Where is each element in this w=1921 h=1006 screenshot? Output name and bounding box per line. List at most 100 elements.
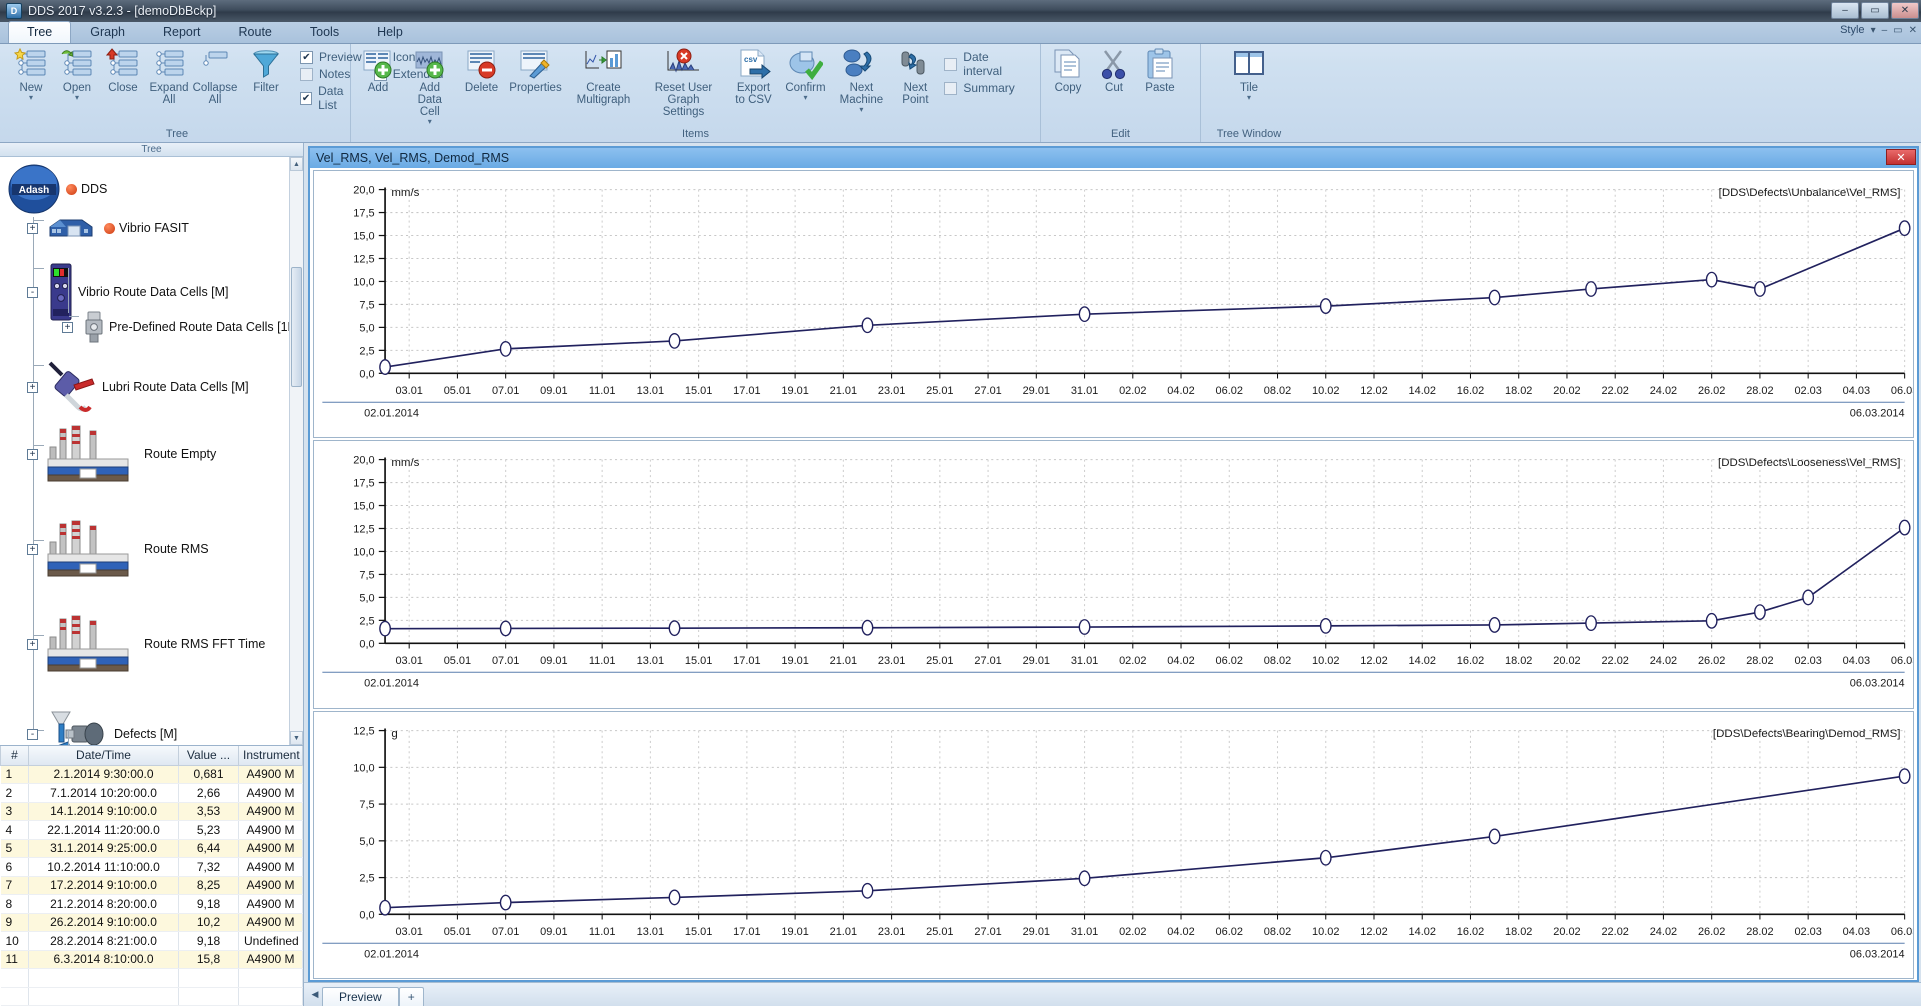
add-data-cell-icon bbox=[413, 48, 447, 80]
next-machine-button[interactable]: Next Machine ▾ bbox=[830, 46, 892, 115]
expander-plus-icon[interactable]: + bbox=[62, 322, 73, 333]
confirm-icon bbox=[787, 48, 823, 80]
add-data-cell-button[interactable]: Add Data Cell ▾ bbox=[401, 46, 459, 127]
tree-node-defects[interactable]: - Defects [M] bbox=[27, 708, 177, 745]
expander-plus-icon[interactable]: + bbox=[27, 382, 38, 393]
svg-text:28.02: 28.02 bbox=[1746, 655, 1773, 667]
expander-plus-icon[interactable]: + bbox=[27, 639, 38, 650]
tree-node-lubri-route-data-cells[interactable]: + Lubri Route Data Cells [M] bbox=[27, 359, 249, 415]
mdi-close-button[interactable]: ✕ bbox=[1886, 149, 1916, 165]
delete-button[interactable]: Delete bbox=[459, 46, 505, 96]
collapse-all-button[interactable]: Collapse All bbox=[192, 46, 238, 108]
expand-all-label: Expand All bbox=[150, 82, 189, 106]
table-row[interactable]: 314.1.2014 9:10:00.03,53A4900 M bbox=[1, 802, 303, 821]
summary-checkbox-box bbox=[944, 82, 957, 95]
col-header-datetime[interactable]: Date/Time bbox=[29, 746, 179, 765]
tree-view[interactable]: Adash DDS + bbox=[0, 157, 303, 745]
tab-help[interactable]: Help bbox=[358, 21, 422, 43]
expander-minus-icon[interactable]: - bbox=[27, 729, 38, 740]
add-button[interactable]: Add bbox=[355, 46, 401, 96]
tree-node-route-empty[interactable]: + bbox=[27, 425, 216, 483]
style-chevron-down-icon[interactable]: ▾ bbox=[1871, 25, 1876, 36]
reset-graph-settings-button[interactable]: Reset User Graph Settings bbox=[640, 46, 726, 120]
tab-route[interactable]: Route bbox=[220, 21, 291, 43]
maximize-button[interactable]: ▭ bbox=[1861, 2, 1889, 19]
svg-text:25.01: 25.01 bbox=[926, 926, 953, 938]
next-machine-chevron-down-icon[interactable]: ▾ bbox=[859, 106, 863, 113]
tree-node-route-rms-fft-time[interactable]: + bbox=[27, 615, 265, 673]
expander-plus-icon[interactable]: + bbox=[27, 223, 38, 234]
scroll-up-arrow-icon[interactable]: ▲ bbox=[290, 157, 303, 171]
tab-preview[interactable]: Preview bbox=[322, 987, 399, 1006]
main-area: Tree Adash DDS bbox=[0, 143, 1921, 1006]
col-header-index[interactable]: # bbox=[1, 746, 29, 765]
scroll-down-arrow-icon[interactable]: ▼ bbox=[290, 731, 303, 745]
minimize-button[interactable]: – bbox=[1831, 2, 1859, 19]
inner-minimize-button[interactable]: – bbox=[1882, 25, 1888, 36]
open-tree-chevron-down-icon[interactable]: ▾ bbox=[75, 94, 79, 101]
expander-plus-icon[interactable]: + bbox=[27, 544, 38, 555]
chart-unbalance-vel-rms[interactable]: 0,02,55,07,510,012,515,017,520,003.0105.… bbox=[313, 170, 1914, 438]
svg-text:24.02: 24.02 bbox=[1650, 655, 1677, 667]
next-point-button[interactable]: Next Point bbox=[892, 46, 938, 108]
table-row[interactable]: 12.1.2014 9:30:00.00,681A4900 M bbox=[1, 765, 303, 784]
tab-tools[interactable]: Tools bbox=[291, 21, 358, 43]
table-row[interactable]: 610.2.2014 11:10:00.07,32A4900 M bbox=[1, 858, 303, 877]
table-row[interactable]: 531.1.2014 9:25:00.06,44A4900 M bbox=[1, 839, 303, 858]
svg-text:03.01: 03.01 bbox=[395, 385, 422, 397]
chart-bearing-demod-rms[interactable]: 0,02,55,07,510,012,503.0105.0107.0109.01… bbox=[313, 711, 1914, 979]
table-row[interactable]: 1028.2.2014 8:21:00.09,18Undefined bbox=[1, 932, 303, 951]
create-multigraph-button[interactable]: Create Multigraph bbox=[566, 46, 640, 108]
export-csv-label: Export to CSV bbox=[735, 82, 771, 106]
cut-button[interactable]: Cut bbox=[1091, 46, 1137, 96]
tree-node-route-rms[interactable]: + bbox=[27, 520, 209, 578]
tab-graph[interactable]: Graph bbox=[71, 21, 144, 43]
add-tab-button[interactable]: + bbox=[399, 987, 424, 1006]
confirm-button[interactable]: Confirm ▾ bbox=[781, 46, 831, 103]
tree-node-pre-defined-route-data-cells[interactable]: + Pre-Defined Route Data Cells [1D(Ch:1)… bbox=[62, 310, 303, 344]
table-row[interactable]: 821.2.2014 8:20:00.09,18A4900 M bbox=[1, 895, 303, 914]
chart-looseness-vel-rms[interactable]: 0,02,55,07,510,012,515,017,520,003.0105.… bbox=[313, 440, 1914, 708]
tab-report[interactable]: Report bbox=[144, 21, 220, 43]
style-label[interactable]: Style bbox=[1840, 24, 1864, 36]
inner-close-button[interactable]: ✕ bbox=[1909, 25, 1917, 36]
confirm-chevron-down-icon[interactable]: ▾ bbox=[803, 94, 807, 101]
tile-button[interactable]: Tile ▾ bbox=[1226, 46, 1272, 103]
export-csv-button[interactable]: csv Export to CSV bbox=[727, 46, 781, 108]
tree-scrollbar-thumb[interactable] bbox=[291, 267, 302, 387]
table-row[interactable]: 422.1.2014 11:20:00.05,23A4900 M bbox=[1, 821, 303, 840]
tree-node-vibrio-fasit[interactable]: + Vibrio FASIT bbox=[27, 214, 189, 242]
checkbox-date-interval[interactable]: Date interval bbox=[944, 50, 1030, 78]
svg-text:02.02: 02.02 bbox=[1119, 385, 1146, 397]
col-header-instrument[interactable]: Instrument bbox=[239, 746, 303, 765]
filter-button[interactable]: Filter bbox=[238, 46, 294, 96]
tree-scrollbar[interactable]: ▲ ▼ bbox=[289, 157, 303, 745]
table-row[interactable]: 717.2.2014 9:10:00.08,25A4900 M bbox=[1, 876, 303, 895]
tile-chevron-down-icon[interactable]: ▾ bbox=[1247, 94, 1251, 101]
col-header-value[interactable]: Value ... bbox=[179, 746, 239, 765]
close-tree-button[interactable]: Close bbox=[100, 46, 146, 96]
close-tree-icon bbox=[106, 48, 140, 80]
checkbox-summary[interactable]: Summary bbox=[944, 81, 1030, 95]
expand-all-button[interactable]: Expand All bbox=[146, 46, 192, 108]
svg-text:17.01: 17.01 bbox=[733, 655, 760, 667]
table-row[interactable]: 27.1.2014 10:20:00.02,66A4900 M bbox=[1, 784, 303, 803]
next-point-label: Next Point bbox=[902, 82, 928, 106]
properties-button[interactable]: Properties bbox=[505, 46, 567, 96]
open-tree-button[interactable]: Open ▾ bbox=[54, 46, 100, 103]
prev-tab-icon[interactable]: ◀ bbox=[308, 987, 322, 1003]
tree-node-dds[interactable]: Adash DDS bbox=[6, 163, 107, 215]
expander-minus-icon[interactable]: - bbox=[27, 287, 38, 298]
inner-restore-button[interactable]: ▭ bbox=[1893, 25, 1902, 36]
new-tree-chevron-down-icon[interactable]: ▾ bbox=[29, 94, 33, 101]
close-button[interactable]: ✕ bbox=[1891, 2, 1919, 19]
add-data-cell-chevron-down-icon[interactable]: ▾ bbox=[428, 118, 432, 125]
new-tree-button[interactable]: New ▾ bbox=[8, 46, 54, 103]
expander-plus-icon[interactable]: + bbox=[27, 449, 38, 460]
table-row[interactable]: 926.2.2014 9:10:00.010,2A4900 M bbox=[1, 913, 303, 932]
tab-tree[interactable]: Tree bbox=[8, 21, 71, 43]
paste-button[interactable]: Paste bbox=[1137, 46, 1183, 96]
copy-button[interactable]: Copy bbox=[1045, 46, 1091, 96]
table-row[interactable]: 116.3.2014 8:10:00.015,8A4900 M bbox=[1, 950, 303, 969]
table-header-row: # Date/Time Value ... Instrument bbox=[1, 746, 303, 765]
